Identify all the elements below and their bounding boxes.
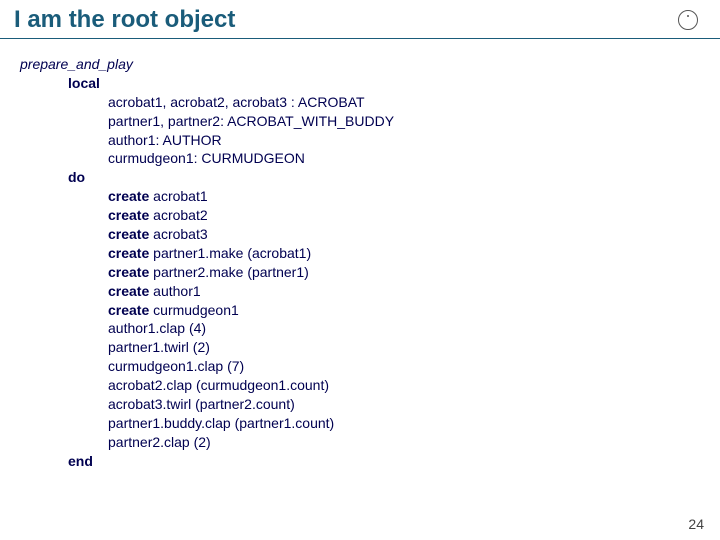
declaration-line: partner1, partner2: ACROBAT_WITH_BUDDY bbox=[20, 112, 700, 131]
call-line: partner2.clap (2) bbox=[20, 433, 700, 452]
create-line: create acrobat2 bbox=[20, 206, 700, 225]
create-line: create acrobat3 bbox=[20, 225, 700, 244]
create-line: create curmudgeon1 bbox=[20, 301, 700, 320]
circle-dot-icon bbox=[678, 10, 698, 30]
call-line: partner1.twirl (2) bbox=[20, 338, 700, 357]
call-line: acrobat3.twirl (partner2.count) bbox=[20, 395, 700, 414]
keyword-end: end bbox=[68, 453, 93, 469]
keyword-local: local bbox=[68, 75, 100, 91]
create-line: create partner1.make (acrobat1) bbox=[20, 244, 700, 263]
call-line: partner1.buddy.clap (partner1.count) bbox=[20, 414, 700, 433]
declaration-line: author1: AUTHOR bbox=[20, 131, 700, 150]
create-line: create author1 bbox=[20, 282, 700, 301]
declaration-line: curmudgeon1: CURMUDGEON bbox=[20, 149, 700, 168]
call-line: author1.clap (4) bbox=[20, 319, 700, 338]
declaration-line: acrobat1, acrobat2, acrobat3 : ACROBAT bbox=[20, 93, 700, 112]
procedure-name: prepare_and_play bbox=[20, 55, 700, 74]
create-line: create acrobat1 bbox=[20, 187, 700, 206]
call-line: curmudgeon1.clap (7) bbox=[20, 357, 700, 376]
create-line: create partner2.make (partner1) bbox=[20, 263, 700, 282]
call-line: acrobat2.clap (curmudgeon1.count) bbox=[20, 376, 700, 395]
page-number: 24 bbox=[688, 516, 704, 532]
slide-header: I am the root object bbox=[0, 0, 720, 39]
keyword-do: do bbox=[68, 169, 85, 185]
code-block: prepare_and_play local acrobat1, acrobat… bbox=[0, 39, 720, 471]
page-title: I am the root object bbox=[14, 6, 235, 34]
